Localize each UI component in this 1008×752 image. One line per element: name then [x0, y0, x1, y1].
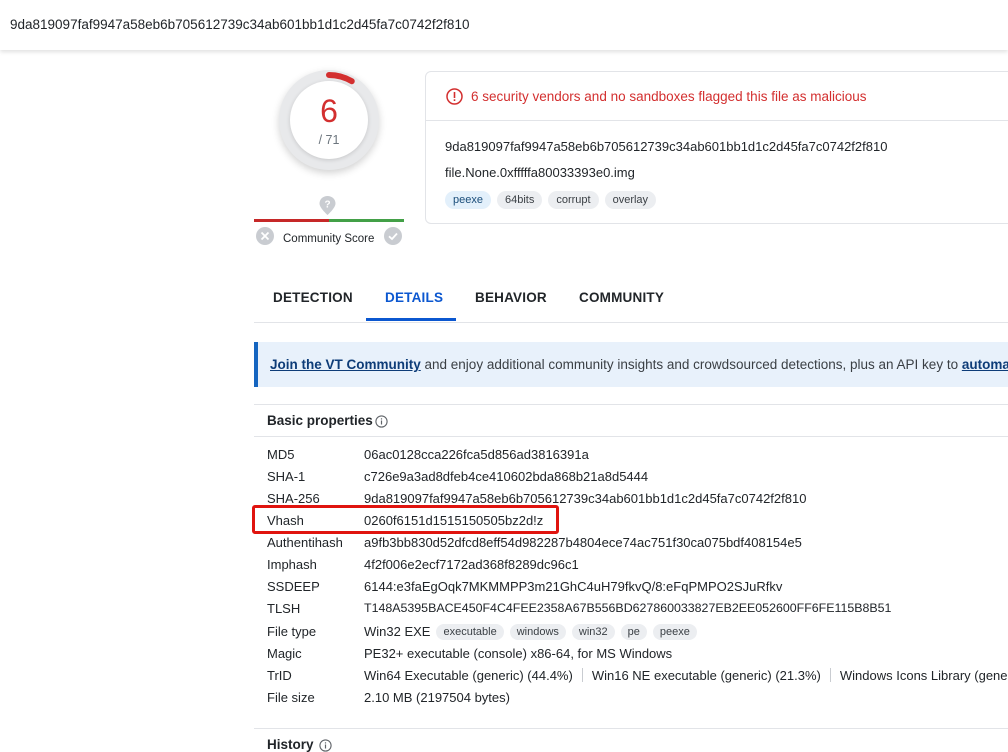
automate-link[interactable]: automate c: [962, 357, 1008, 372]
filesize-label: File size: [267, 690, 315, 705]
filetype-tag-executable[interactable]: executable: [436, 624, 504, 640]
community-banner: Join the VT Community and enjoy addition…: [254, 342, 1008, 387]
file-tags: peexe 64bits corrupt overlay: [445, 191, 657, 209]
header-file-hash[interactable]: 9da819097faf9947a58eb6b705612739c34ab601…: [10, 17, 469, 32]
filetype-tag-win32[interactable]: win32: [571, 624, 615, 640]
join-community-link[interactable]: Join the VT Community: [270, 357, 421, 372]
tag-64bits[interactable]: 64bits: [496, 191, 543, 209]
top-bar: 9da819097faf9947a58eb6b705612739c34ab601…: [0, 0, 1008, 50]
alert-circle-icon: [446, 88, 463, 105]
vote-harmful-icon[interactable]: [256, 227, 274, 245]
trid-row: Win64 Executable (generic) (44.4%) Win16 …: [364, 668, 1008, 683]
community-score-bar: [254, 219, 404, 222]
filetype-tag-peexe[interactable]: peexe: [652, 624, 697, 640]
ssdeep-value[interactable]: 6144:e3faEgOqk7MKMMPP3m21GhC4uH79fkvQ/8:…: [364, 579, 782, 594]
trid-separator: [581, 668, 583, 682]
vote-harmless-icon[interactable]: [384, 227, 402, 245]
filetype-row: Win32 EXE executable windows win32 pe peexe: [364, 624, 697, 640]
sha1-value[interactable]: c726e9a3ad8dfeb4ce410602bda868b21a8d5444: [364, 469, 648, 484]
tag-peexe[interactable]: peexe: [445, 191, 491, 209]
trid-entry: Win16 NE executable (generic) (21.3%): [591, 668, 821, 683]
filetype-label: File type: [267, 624, 317, 639]
trid-entry: Windows Icons Library (generi: [839, 668, 1008, 683]
tab-community[interactable]: COMMUNITY: [579, 290, 664, 305]
magic-label: Magic: [267, 646, 302, 661]
tag-overlay[interactable]: overlay: [604, 191, 657, 209]
trid-label: TrID: [267, 668, 292, 683]
authentihash-label: Authentihash: [267, 535, 343, 550]
detection-alert: 6 security vendors and no sandboxes flag…: [426, 72, 1008, 121]
filetype-value: Win32 EXE: [364, 624, 431, 639]
md5-value[interactable]: 06ac0128cca226fca5d856ad3816391a: [364, 447, 589, 462]
trid-separator: [829, 668, 831, 682]
filetype-tag-pe[interactable]: pe: [620, 624, 647, 640]
sha256-label: SHA-256: [267, 491, 320, 506]
file-name: file.None.0xfffffa80033393e0.img: [445, 165, 635, 180]
section-divider: [254, 728, 1008, 729]
tag-corrupt[interactable]: corrupt: [548, 191, 599, 209]
authentihash-value[interactable]: a9fb3bb830d52dfcd8eff54d982287b4804ece74…: [364, 535, 802, 550]
filetype-tag-windows[interactable]: windows: [509, 624, 566, 640]
sha256-value[interactable]: 9da819097faf9947a58eb6b705612739c34ab601…: [364, 491, 806, 506]
section-divider: [254, 404, 1008, 405]
tab-details[interactable]: DETAILS: [385, 290, 443, 305]
detection-total: / 71: [318, 133, 340, 147]
file-summary-card: 6 security vendors and no sandboxes flag…: [425, 71, 1008, 224]
info-icon[interactable]: [375, 415, 388, 428]
imphash-value[interactable]: 4f2f006e2ecf7172ad368f8289dc96c1: [364, 557, 579, 572]
svg-text:?: ?: [324, 200, 330, 211]
detection-count: 6: [320, 93, 338, 129]
filesize-value: 2.10 MB (2197504 bytes): [364, 690, 510, 705]
trid-entry: Win64 Executable (generic) (44.4%): [364, 668, 573, 683]
section-divider: [254, 436, 1008, 437]
tlsh-value[interactable]: T148A5395BACE450F4C4FEE2358A67B556BD6278…: [364, 601, 891, 615]
basic-properties-title: Basic properties: [267, 413, 373, 428]
sha1-label: SHA-1: [267, 469, 306, 484]
active-tab-indicator: [366, 318, 456, 321]
vhash-highlight-box: [252, 505, 559, 534]
community-score-label: Community Score: [283, 233, 375, 245]
community-score-marker-icon: ?: [319, 196, 336, 215]
md5-label: MD5: [267, 447, 295, 462]
magic-value: PE32+ executable (console) x86-64, for M…: [364, 646, 673, 661]
history-title: History: [267, 737, 314, 752]
tab-behavior[interactable]: BEHAVIOR: [475, 290, 547, 305]
file-hash[interactable]: 9da819097faf9947a58eb6b705612739c34ab601…: [445, 139, 887, 154]
detection-alert-text: 6 security vendors and no sandboxes flag…: [471, 89, 867, 104]
tlsh-label: TLSH: [267, 601, 301, 616]
ssdeep-label: SSDEEP: [267, 579, 320, 594]
tab-detection[interactable]: DETECTION: [273, 290, 353, 305]
banner-middle-text: and enjoy additional community insights …: [420, 357, 962, 372]
imphash-label: Imphash: [267, 557, 317, 572]
report-tabs: DETECTION DETAILS BEHAVIOR COMMUNITY: [254, 280, 1008, 323]
community-banner-text: Join the VT Community and enjoy addition…: [270, 357, 1008, 372]
